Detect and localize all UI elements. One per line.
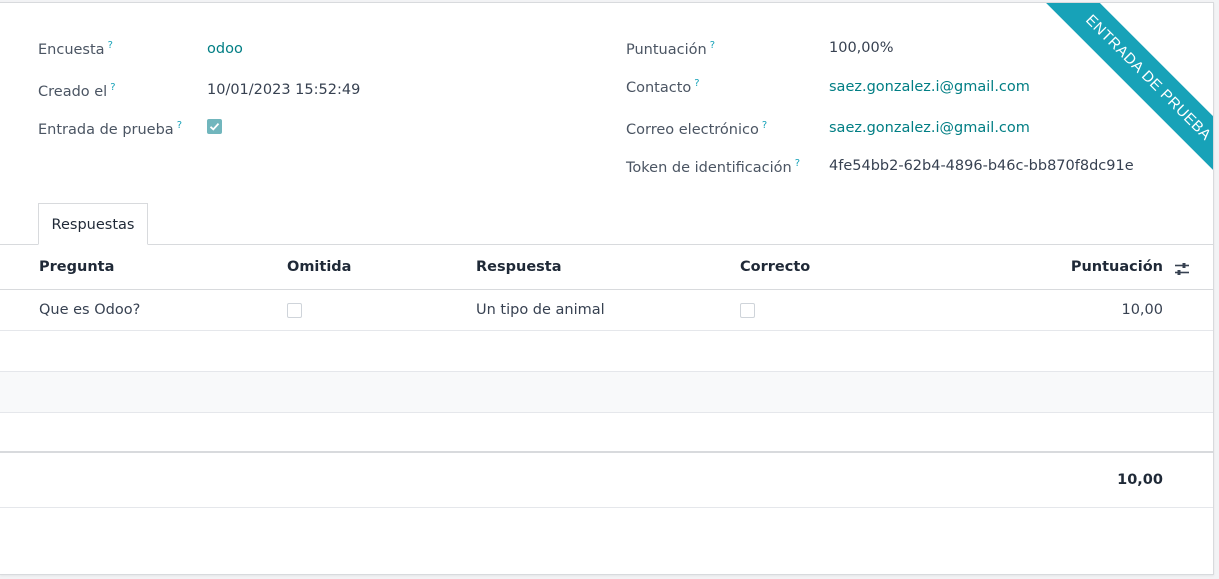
test-entry-ribbon: ENTRADA DE PRUEBA [1023,3,1213,183]
table-row[interactable]: Que es Odoo? Un tipo de animal 10,00 [0,290,1213,331]
help-icon[interactable]: ? [177,120,182,131]
score-label: Puntuación? [626,40,715,58]
created-date: 10/01/2023 15:52:49 [207,82,361,98]
optional-columns-sliders-icon[interactable] [1174,261,1190,277]
column-header-score[interactable]: Puntuación [1071,259,1163,275]
column-header-question[interactable]: Pregunta [39,259,114,275]
test-entry-checkbox[interactable] [207,119,222,134]
token-label: Token de identificación? [626,158,800,176]
tab-respuestas[interactable]: Respuestas [38,203,148,245]
column-header-answer[interactable]: Respuesta [476,259,562,275]
test-entry-label-text: Entrada de prueba [38,121,174,138]
test-entry-label: Entrada de prueba? [38,120,182,138]
skipped-checkbox [287,303,302,318]
created-label: Creado el? [38,82,116,100]
contact-link[interactable]: saez.gonzalez.i@gmail.com [829,79,1030,95]
help-icon[interactable]: ? [710,40,715,51]
table-header: Pregunta Omitida Respuesta Correcto Punt… [0,245,1213,290]
column-header-correct[interactable]: Correcto [740,259,810,275]
survey-label: Encuesta? [38,40,113,58]
contact-label: Contacto? [626,78,700,96]
help-icon[interactable]: ? [694,78,699,89]
cell-question: Que es Odoo? [39,302,141,318]
email-label-text: Correo electrónico [626,121,759,138]
survey-link[interactable]: odoo [207,41,243,57]
check-icon [209,122,220,131]
table-row-empty [0,331,1213,372]
correct-checkbox [740,303,755,318]
cell-answer: Un tipo de animal [476,302,605,318]
created-label-text: Creado el [38,83,108,100]
score-label-text: Puntuación [626,41,707,58]
token-label-text: Token de identificación [626,159,792,176]
table-row-empty [0,372,1213,413]
cell-score: 10,00 [1121,302,1163,318]
help-icon[interactable]: ? [110,82,115,93]
table-row-empty [0,412,1213,452]
ribbon-label: ENTRADA DE PRUEBA [1042,3,1213,183]
token-value: 4fe54bb2-62b4-4896-b46c-bb870f8dc91e [829,158,1134,174]
table-footer: 10,00 [0,451,1213,508]
form-sheet: ENTRADA DE PRUEBA Encuesta? odoo Creado … [0,2,1214,575]
contact-label-text: Contacto [626,79,692,96]
email-label: Correo electrónico? [626,120,767,138]
help-icon[interactable]: ? [795,158,800,169]
help-icon[interactable]: ? [762,120,767,131]
help-icon[interactable]: ? [108,40,113,51]
survey-label-text: Encuesta [38,41,105,58]
score-value: 100,00% [829,40,894,56]
total-score: 10,00 [1117,472,1163,488]
email-link[interactable]: saez.gonzalez.i@gmail.com [829,120,1030,136]
column-header-skipped[interactable]: Omitida [287,259,351,275]
